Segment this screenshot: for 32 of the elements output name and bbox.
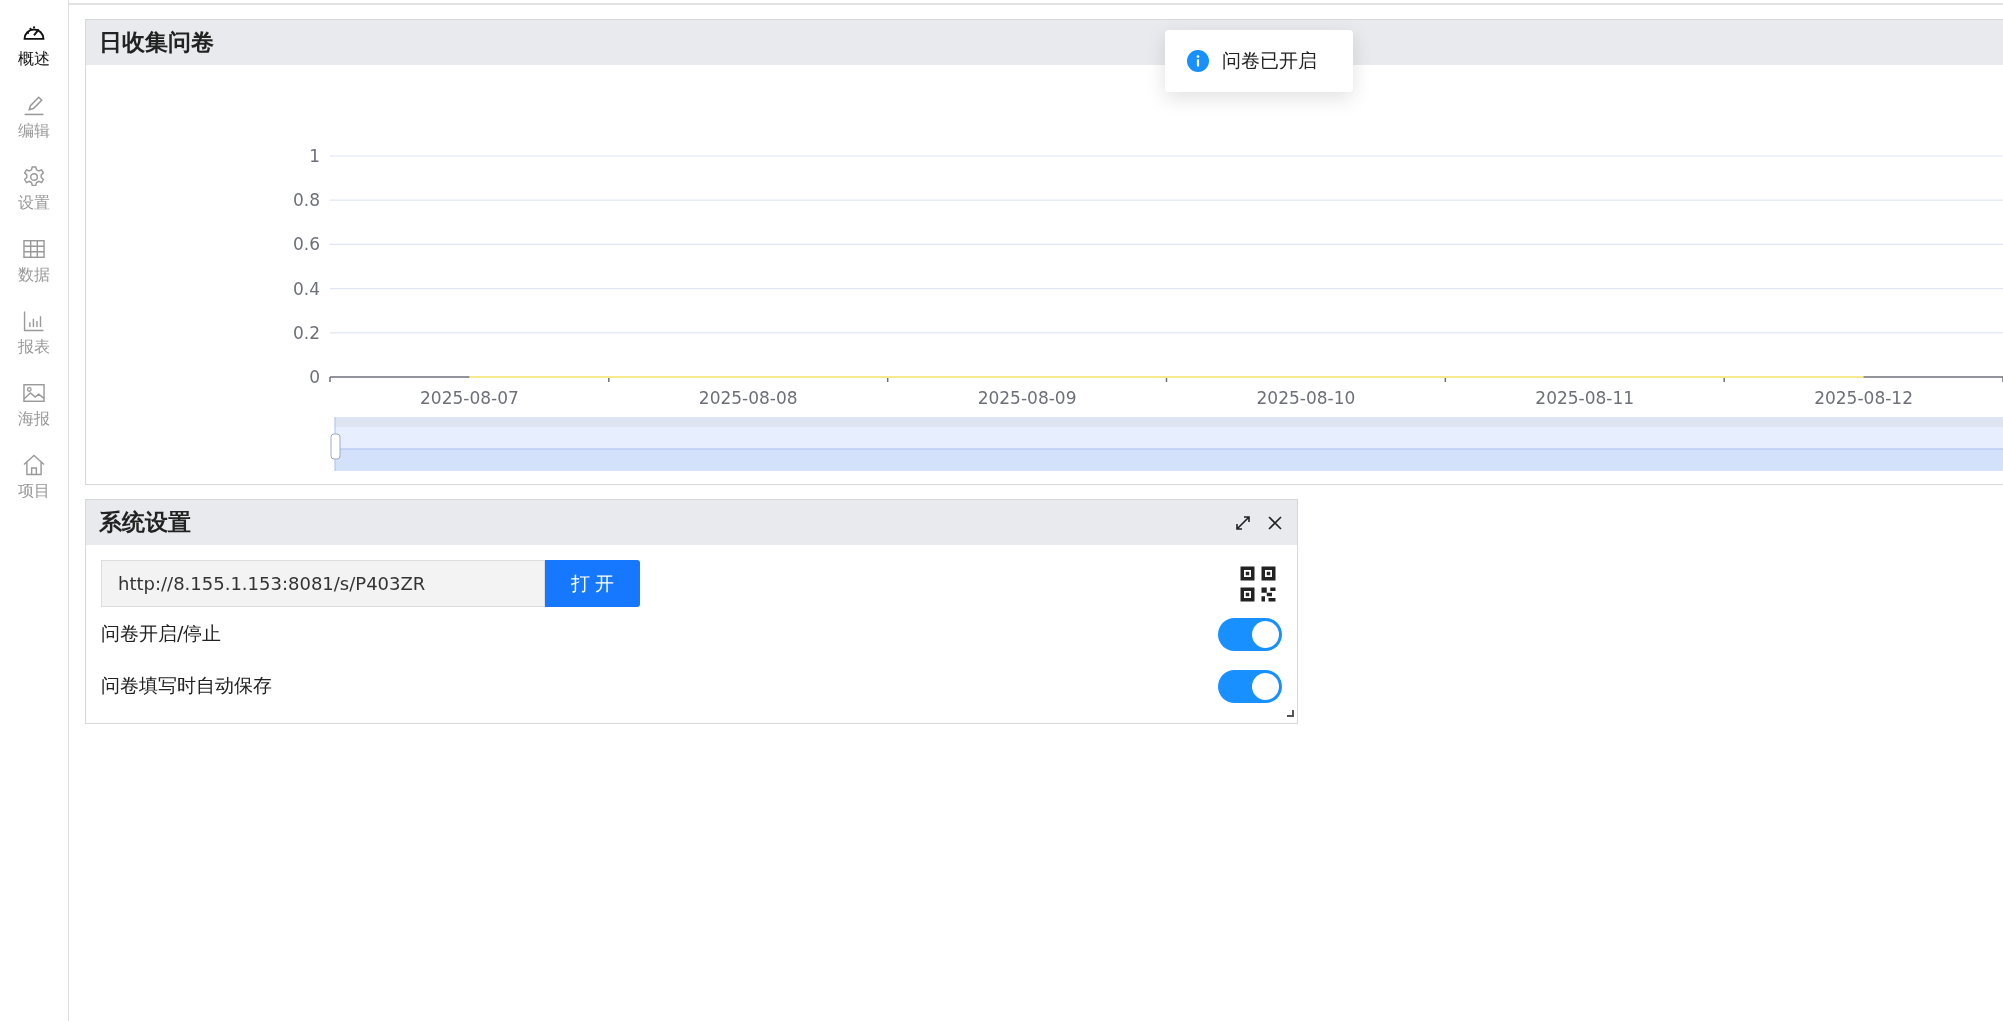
toggle-switch[interactable] xyxy=(1218,669,1282,703)
house-icon xyxy=(21,452,47,478)
axis-label: 1 xyxy=(309,146,320,166)
setting-label: 问卷填写时自动保存 xyxy=(101,673,272,698)
sidebar-item[interactable]: 项目 xyxy=(18,452,50,501)
url-field[interactable]: http://8.155.1.153:8081/s/P403ZR xyxy=(101,560,545,607)
axis-label: 2025-08-09 xyxy=(977,388,1077,408)
sidebar-item[interactable]: 数据 xyxy=(18,236,50,285)
sidebar-item[interactable]: 概述 xyxy=(18,20,50,69)
zoom-slider[interactable] xyxy=(330,416,2003,472)
sidebar-item[interactable]: 编辑 xyxy=(18,92,50,141)
open-button[interactable]: 打 开 xyxy=(545,560,640,607)
resize-grip-icon[interactable] xyxy=(1286,709,1294,717)
panel-title: 日收集问卷 xyxy=(99,28,214,57)
axis-label: 2025-08-11 xyxy=(1535,388,1635,408)
panel-title: 系统设置 xyxy=(99,508,191,537)
axis-label: 0.2 xyxy=(292,322,320,343)
toast-message: 问卷已开启 xyxy=(1165,30,1353,92)
axis-label: 0.6 xyxy=(292,234,320,255)
axis-label: 2025-08-07 xyxy=(420,388,519,408)
axis-label: 0 xyxy=(309,367,320,387)
axis-label: 2025-08-10 xyxy=(1256,388,1356,408)
sidebar-item[interactable]: 设置 xyxy=(18,164,50,213)
axis-label: 0.4 xyxy=(292,278,320,299)
toggle-switch[interactable] xyxy=(1218,617,1282,651)
axis-label: 2025-08-12 xyxy=(1814,388,1913,408)
axis-label: 2025-08-08 xyxy=(698,388,798,408)
setting-label: 问卷开启/停止 xyxy=(101,621,222,646)
axis-label: 0.8 xyxy=(292,190,320,211)
info-icon xyxy=(1187,50,1209,72)
sidebar-item[interactable]: 海报 xyxy=(18,380,50,429)
sidebar-item[interactable]: 报表 xyxy=(18,308,50,357)
